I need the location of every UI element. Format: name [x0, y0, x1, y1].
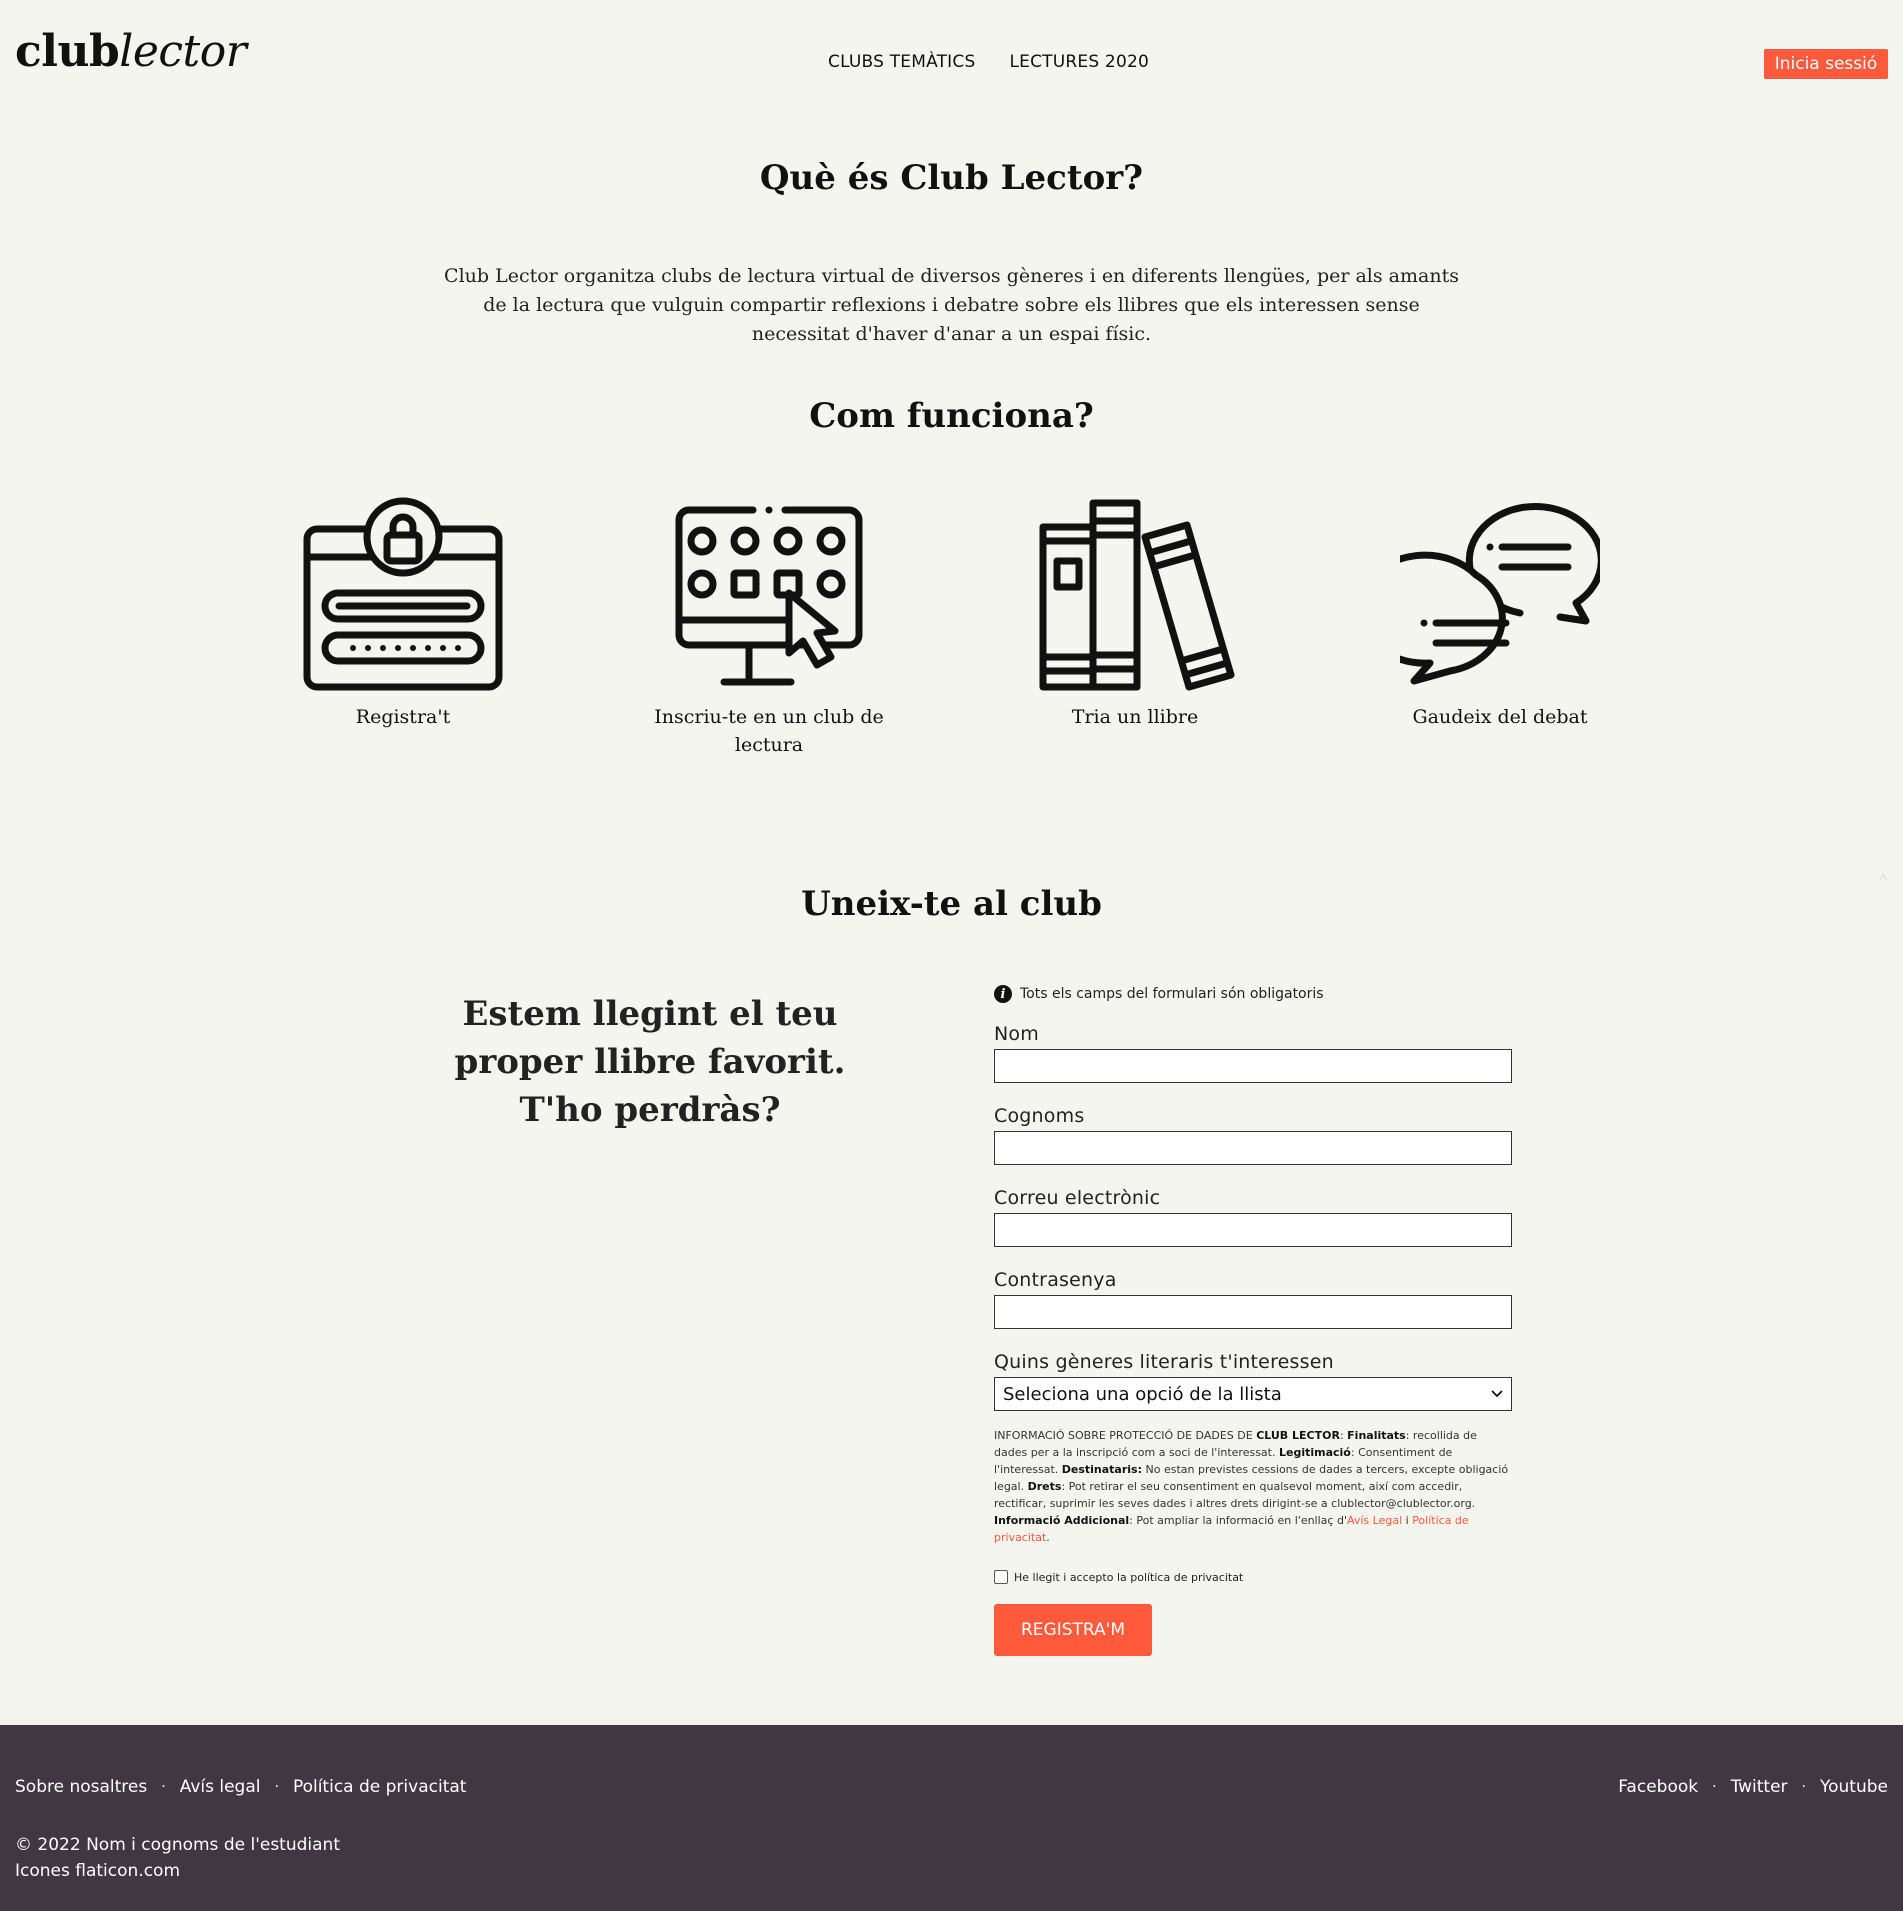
legal-and: i [1402, 1514, 1413, 1527]
signup-form: i Tots els camps del formulari són oblig… [994, 985, 1512, 1656]
separator: · [1712, 1779, 1717, 1795]
scroll-top-icon[interactable]: ^ [1879, 872, 1887, 890]
required-note-text: Tots els camps del formulari són obligat… [1020, 986, 1324, 1002]
footer-link-facebook[interactable]: Facebook [1618, 1777, 1698, 1797]
footer-link-about[interactable]: Sobre nosaltres [15, 1777, 147, 1797]
login-form-icon [303, 497, 503, 691]
chevron-down-icon [1491, 1390, 1503, 1398]
separator: · [161, 1779, 166, 1795]
surname-label: Cognoms [994, 1105, 1085, 1127]
main-nav: CLUBS TEMÀTICS LECTURES 2020 [828, 52, 1149, 72]
logo-bold: club [15, 26, 120, 77]
password-label: Contrasenya [994, 1269, 1117, 1291]
monitor-click-icon [675, 506, 863, 686]
chat-bubbles-icon [1400, 503, 1600, 685]
step-label: Registra't [355, 706, 451, 728]
legal-brand: CLUB LECTOR [1256, 1429, 1340, 1442]
copyright: © 2022 Nom i cognoms de l'estudiant [15, 1835, 340, 1855]
step-label: Inscriu-te en un club de lectura [654, 706, 884, 756]
legal-additional: : Pot ampliar la informació en l'enllaç … [1129, 1514, 1347, 1527]
legal-notice-link[interactable]: Avís Legal [1347, 1514, 1402, 1527]
email-label: Correu electrònic [994, 1187, 1161, 1209]
genres-label: Quins gèneres literaris t'interessen [994, 1351, 1334, 1373]
separator: · [1801, 1779, 1806, 1795]
step-choose-book: Tria un llibre [1015, 495, 1255, 731]
legal-end: . [1046, 1531, 1050, 1544]
footer-social: Facebook · Twitter · Youtube [1618, 1777, 1888, 1797]
accept-privacy-checkbox[interactable] [994, 1570, 1008, 1584]
info-icon: i [994, 985, 1012, 1003]
site-footer: Sobre nosaltres · Avís legal · Política … [0, 1725, 1903, 1911]
footer-links: Sobre nosaltres · Avís legal · Política … [15, 1777, 466, 1797]
footer-link-twitter[interactable]: Twitter [1731, 1777, 1788, 1797]
about-text: Club Lector organitza clubs de lectura v… [444, 265, 1459, 345]
accept-privacy-label: He llegit i accepto la política de priva… [1014, 1570, 1244, 1584]
join-tagline: Estem llegint el teu proper llibre favor… [454, 994, 846, 1130]
name-field[interactable] [994, 1049, 1512, 1083]
step-label: Tria un llibre [1071, 706, 1199, 728]
nav-clubs-tematics[interactable]: CLUBS TEMÀTICS [828, 52, 975, 72]
how-title: Com funciona? [809, 396, 1094, 436]
legal-rights-label: Drets [1027, 1480, 1062, 1493]
genres-selected-value: Seleciona una opció de la llista [1003, 1383, 1282, 1405]
logo[interactable]: clublector [15, 26, 247, 77]
register-button[interactable]: REGISTRA'M [994, 1604, 1152, 1656]
accept-privacy-row: He llegit i accepto la política de priva… [994, 1570, 1512, 1584]
email-field[interactable] [994, 1213, 1512, 1247]
step-label: Gaudeix del debat [1412, 706, 1588, 728]
legal-additional-label: Informació Addicional [994, 1514, 1130, 1527]
surname-field[interactable] [994, 1131, 1512, 1165]
logo-italic: lector [119, 26, 247, 77]
site-header: clublector CLUBS TEMÀTICS LECTURES 2020 … [0, 0, 1903, 110]
separator: · [274, 1779, 279, 1795]
join-title: Uneix-te al club [801, 884, 1102, 924]
legal-intro: INFORMACIÓ SOBRE PROTECCIÓ DE DADES DE [994, 1429, 1257, 1442]
name-label: Nom [994, 1023, 1039, 1045]
legal-recipients-label: Destinataris: [1061, 1463, 1142, 1476]
footer-copy: © 2022 Nom i cognoms de l'estudiant Icon… [15, 1832, 340, 1884]
step-register: Registra't [283, 495, 523, 731]
footer-link-legal[interactable]: Avís legal [180, 1777, 261, 1797]
login-button[interactable]: Inicia sessió [1764, 49, 1888, 79]
footer-link-privacy[interactable]: Política de privacitat [293, 1777, 467, 1797]
required-note: i Tots els camps del formulari són oblig… [994, 985, 1512, 1003]
step-join-club: Inscriu-te en un club de lectura [649, 495, 889, 759]
legal-purpose-label: Finalitats [1347, 1429, 1406, 1442]
about-title: Què és Club Lector? [759, 158, 1144, 198]
icon-credits: Icones flaticon.com [15, 1861, 181, 1881]
nav-lectures-2020[interactable]: LECTURES 2020 [1009, 52, 1149, 72]
books-icon [1039, 499, 1235, 691]
genres-select[interactable]: Seleciona una opció de la llista [994, 1377, 1512, 1411]
legal-legitimacy-label: Legitimació [1278, 1446, 1351, 1459]
legal-rights: : Pot retirar el seu consentiment en qua… [994, 1480, 1476, 1510]
footer-link-youtube[interactable]: Youtube [1820, 1777, 1888, 1797]
password-field[interactable] [994, 1295, 1512, 1329]
data-protection-text: INFORMACIÓ SOBRE PROTECCIÓ DE DADES DE C… [994, 1427, 1512, 1546]
step-enjoy-debate: Gaudeix del debat [1380, 495, 1620, 731]
